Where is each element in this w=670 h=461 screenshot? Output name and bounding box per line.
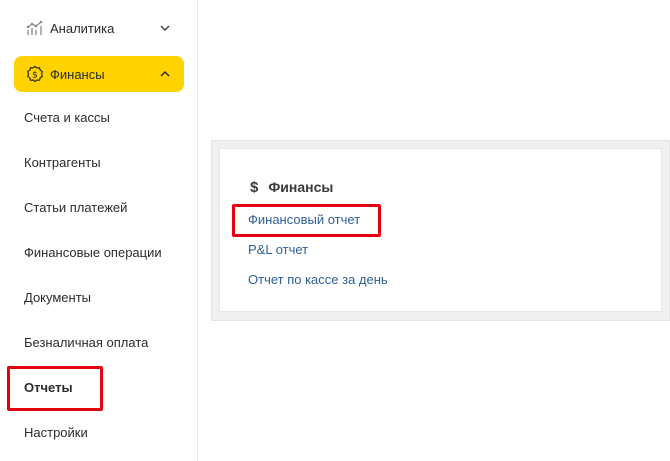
section-title: $ Финансы [250,177,333,197]
nav-group-label: Аналитика [50,20,115,36]
link-pnl-report[interactable]: P&L отчет [248,241,308,259]
sidebar-item-financial-operations[interactable]: Финансовые операции [24,243,162,263]
section-title-text: Финансы [268,179,334,195]
analytics-chart-icon [26,19,44,37]
link-daily-cash-report[interactable]: Отчет по кассе за день [248,271,388,289]
chevron-up-icon [158,67,172,81]
sidebar-item-accounts[interactable]: Счета и кассы [24,108,110,128]
dollar-icon: $ [250,178,259,196]
nav-group-finance[interactable]: $ Финансы [14,56,184,92]
sidebar-item-cashless-payment[interactable]: Безналичная оплата [24,333,148,353]
sidebar-item-counterparties[interactable]: Контрагенты [24,153,101,173]
nav-group-label: Финансы [50,66,105,82]
nav-group-analytics[interactable]: Аналитика [14,10,184,46]
link-financial-report[interactable]: Финансовый отчет [248,211,360,229]
svg-text:$: $ [32,71,38,81]
sidebar-item-payment-items[interactable]: Статьи платежей [24,198,127,218]
sidebar-item-documents[interactable]: Документы [24,288,91,308]
sidebar: Аналитика $ Финансы Счета и кассы Контра… [0,0,198,461]
sidebar-item-reports[interactable]: Отчеты [24,378,73,398]
chevron-down-icon [158,21,172,35]
finance-coin-icon: $ [26,65,44,83]
sidebar-item-settings[interactable]: Настройки [24,423,88,443]
